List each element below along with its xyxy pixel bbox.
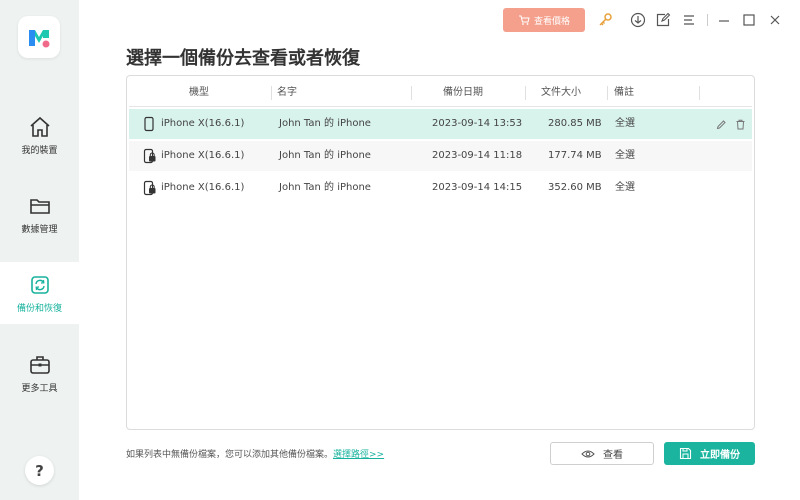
cell-name: John Tan 的 iPhone (279, 182, 371, 193)
cell-size: 352.60 MB (548, 182, 602, 193)
backup-now-button[interactable]: 立即備份 (664, 442, 755, 465)
minimize-button[interactable] (715, 11, 733, 29)
column-header-size[interactable]: 文件大小 (541, 82, 581, 104)
cell-name: John Tan 的 iPhone (279, 150, 371, 161)
key-icon (599, 13, 612, 26)
backup-restore-icon (30, 275, 49, 294)
column-divider (271, 86, 272, 100)
view-label: 查看 (603, 450, 623, 461)
cell-note: 全選 (615, 118, 635, 129)
sidebar-item-data-management[interactable]: 數據管理 (0, 183, 79, 245)
sidebar-item-label: 更多工具 (21, 383, 58, 394)
toolbox-icon (29, 355, 50, 374)
menu-button[interactable] (680, 11, 698, 29)
cell-date: 2023-09-14 13:53 (432, 118, 523, 129)
column-header-date[interactable]: 備份日期 (443, 82, 483, 104)
choose-path-link[interactable]: 選擇路徑>> (333, 450, 384, 460)
cell-date: 2023-09-14 14:15 (432, 182, 523, 193)
column-header-model[interactable]: 機型 (189, 82, 209, 104)
delete-row-icon[interactable] (735, 119, 746, 130)
menu-icon (684, 15, 694, 25)
page-title: 選擇一個備份去查看或者恢復 (126, 48, 360, 69)
close-icon (770, 15, 780, 25)
download-icon (630, 12, 646, 28)
key-button[interactable] (596, 11, 614, 29)
backup-table: 機型 名字 備份日期 文件大小 備註 iPhone X(16.6.1) John… (126, 75, 755, 430)
eye-icon (581, 450, 595, 457)
sidebar-item-my-device[interactable]: 我的裝置 (0, 104, 79, 166)
cell-size: 177.74 MB (548, 150, 602, 161)
column-divider (699, 86, 700, 100)
table-header: 機型 名字 備份日期 文件大小 備註 (127, 82, 754, 104)
edit-row-icon[interactable] (716, 119, 727, 130)
close-button[interactable] (766, 11, 784, 29)
backup-now-label: 立即備份 (700, 450, 740, 461)
sidebar-item-label: 備份和恢復 (16, 303, 62, 314)
maximize-icon (743, 14, 755, 26)
logo-icon (29, 30, 50, 48)
column-divider (411, 86, 412, 100)
cart-icon (518, 15, 530, 25)
download-button[interactable] (629, 11, 647, 29)
hint-text: 如果列表中無備份檔案，您可以添加其他備份檔案。 (126, 450, 334, 460)
column-divider (525, 86, 526, 100)
view-price-label: 查看價格 (533, 16, 570, 27)
folder-icon (29, 198, 50, 214)
sidebar-item-backup-restore[interactable]: 備份和恢復 (0, 262, 79, 324)
locked-iphone-icon (143, 148, 156, 164)
maximize-button[interactable] (740, 11, 758, 29)
column-divider (607, 86, 608, 100)
cell-size: 280.85 MB (548, 118, 602, 129)
locked-iphone-icon (143, 180, 156, 196)
header-divider (129, 106, 752, 107)
cell-name: John Tan 的 iPhone (279, 118, 371, 129)
view-button[interactable]: 查看 (550, 442, 654, 465)
column-header-note[interactable]: 備註 (614, 82, 634, 104)
view-price-button[interactable]: 查看價格 (503, 8, 585, 32)
sidebar-item-more-tools[interactable]: 更多工具 (0, 342, 79, 404)
edit-icon (656, 12, 671, 27)
table-row[interactable]: iPhone X(16.6.1) John Tan 的 iPhone 2023-… (129, 141, 752, 171)
footer-hint: 如果列表中無備份檔案，您可以添加其他備份檔案。選擇路徑>> (126, 447, 384, 460)
cell-note: 全選 (615, 182, 635, 193)
cell-model: iPhone X(16.6.1) (161, 150, 245, 161)
app-logo (18, 16, 60, 58)
column-header-name[interactable]: 名字 (277, 82, 297, 104)
minimize-icon (719, 20, 729, 22)
cell-note: 全選 (615, 150, 635, 161)
cell-date: 2023-09-14 11:18 (432, 150, 523, 161)
sidebar-item-label: 我的裝置 (21, 145, 58, 156)
edit-button[interactable] (654, 11, 672, 29)
help-button[interactable]: ? (25, 456, 54, 485)
save-icon (679, 447, 692, 460)
sidebar: 我的裝置 數據管理 備份和恢復 更多工具 ? (0, 0, 79, 500)
table-row[interactable]: iPhone X(16.6.1) John Tan 的 iPhone 2023-… (129, 173, 752, 203)
iphone-icon (144, 116, 154, 132)
cell-model: iPhone X(16.6.1) (161, 182, 245, 193)
cell-model: iPhone X(16.6.1) (161, 118, 245, 129)
toolbar-divider (707, 14, 708, 26)
sidebar-item-label: 數據管理 (21, 224, 58, 235)
home-icon (29, 116, 50, 137)
table-row[interactable]: iPhone X(16.6.1) John Tan 的 iPhone 2023-… (129, 109, 752, 139)
